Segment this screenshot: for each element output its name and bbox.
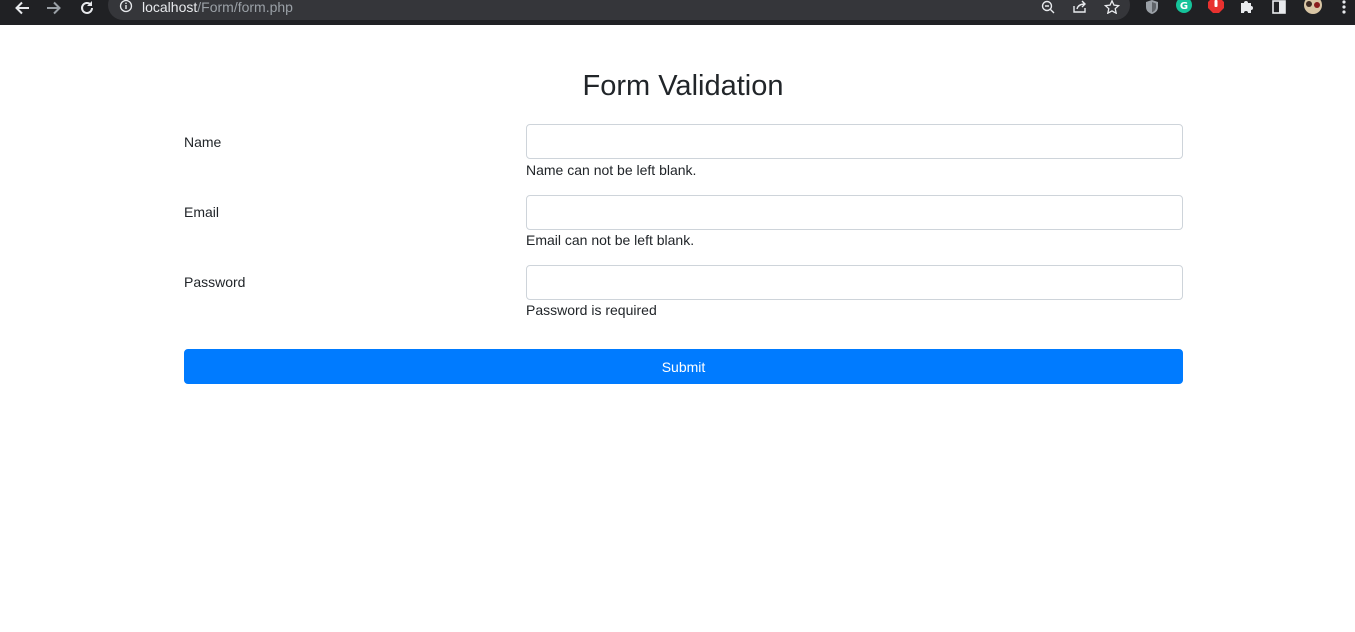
name-error: Name can not be left blank. [526, 162, 697, 178]
password-label: Password [184, 274, 246, 290]
email-input[interactable] [526, 195, 1183, 230]
browser-toolbar: localhost/Form/form.php G [0, 0, 1355, 25]
shield-extension-icon[interactable] [1144, 0, 1160, 14]
menu-icon[interactable] [1338, 0, 1350, 14]
email-error: Email can not be left blank. [526, 232, 695, 248]
stop-extension-icon[interactable] [1208, 0, 1224, 14]
sidepanel-icon[interactable] [1271, 0, 1287, 14]
puzzle-icon[interactable] [1239, 0, 1255, 14]
submit-button[interactable]: Submit [184, 349, 1183, 384]
grammarly-icon[interactable]: G [1176, 0, 1192, 14]
email-label: Email [184, 204, 220, 220]
url-text[interactable]: localhost/Form/form.php [142, 0, 293, 14]
url-host: localhost [142, 0, 198, 15]
profile-avatar[interactable] [1302, 0, 1324, 14]
star-icon[interactable] [1104, 0, 1120, 14]
svg-text:G: G [1180, 1, 1188, 12]
forward-icon[interactable] [44, 0, 64, 16]
password-error: Password is required [526, 302, 657, 318]
back-icon[interactable] [12, 0, 32, 16]
zoom-icon[interactable] [1040, 0, 1056, 14]
name-input[interactable] [526, 124, 1183, 159]
password-input[interactable] [526, 265, 1183, 300]
name-label: Name [184, 134, 222, 150]
reload-icon[interactable] [77, 0, 97, 16]
page-title: Form Validation [582, 70, 784, 102]
info-icon[interactable] [119, 0, 133, 14]
url-path: /Form/form.php [197, 0, 293, 15]
share-icon[interactable] [1072, 0, 1088, 14]
